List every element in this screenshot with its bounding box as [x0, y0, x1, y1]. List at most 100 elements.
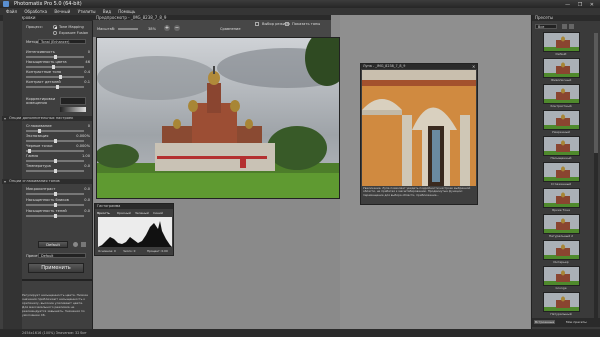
saturation-slider[interactable]	[26, 65, 84, 69]
undo-icon[interactable]	[73, 242, 78, 247]
preset-thumbnail-image	[543, 240, 580, 260]
preset-thumbnail-image	[543, 292, 580, 312]
exposure-slider[interactable]	[26, 139, 84, 143]
slider-value: 0.4	[84, 70, 90, 74]
tab-my-presets[interactable]: Мои пресеты	[566, 320, 587, 324]
menu-process[interactable]: Обработка	[24, 8, 47, 15]
compare-label[interactable]: Сравнение	[220, 27, 241, 31]
radio-tone-mapping-label: Tone Mapping	[59, 25, 84, 29]
preset-thumbnail[interactable]: Default	[543, 32, 581, 56]
zoom-value: 38%	[148, 27, 156, 31]
menu-utilities[interactable]: Утилиты	[78, 8, 96, 15]
tone-contrast-slider[interactable]	[26, 75, 84, 79]
preset-thumbnail-image	[543, 188, 580, 208]
zoom-in-icon[interactable]: +	[164, 25, 170, 31]
slider-value: 0	[87, 124, 90, 128]
preset-thumbnail-label: Default	[555, 52, 567, 56]
slider-group-3: Микроконтраст 0.0 Насыщенность бликов 0.…	[26, 187, 90, 220]
preset-thumbnail-label: Живописный	[550, 78, 572, 82]
slider-value: 0.0	[84, 209, 90, 213]
presets-title: Пресеты	[532, 15, 600, 21]
preset-thumbnail[interactable]: Яркие Тона	[543, 188, 581, 212]
menu-edit[interactable]: Вечный	[54, 8, 70, 15]
tab-blue[interactable]: Синий	[153, 211, 163, 215]
preset-thumbnail-label: Grunge	[555, 286, 567, 290]
grid-view-icon[interactable]	[562, 24, 567, 29]
hist-stat-mean: Основное: 0	[98, 249, 116, 253]
presets-scrollbar[interactable]	[594, 33, 598, 318]
slider-label: Экспозиция	[26, 134, 49, 138]
loupe-title: Лупа - _IMG_8238_7_8_9	[361, 64, 477, 69]
radio-tone-mapping[interactable]	[53, 25, 57, 29]
section-advanced[interactable]: Опции дополнительных настроек	[2, 116, 92, 121]
tab-green[interactable]: Зеленый	[135, 211, 149, 215]
lighting-curve-preview[interactable]	[60, 97, 86, 105]
radio-exposure-fusion[interactable]	[53, 31, 57, 35]
zoom-slider[interactable]	[118, 28, 138, 30]
preset-thumbnail-label: Натуральный 2	[548, 234, 574, 238]
slider-label: Насыщенность бликов	[26, 198, 69, 202]
menu-bar: Файл Обработка Вечный Утилиты Вид Помощь	[0, 8, 600, 15]
preset-thumbnail[interactable]: Интерьер	[543, 240, 581, 264]
smoothing-slider[interactable]	[26, 129, 84, 133]
slider-label: Сглаживание	[26, 124, 52, 128]
list-view-icon[interactable]	[569, 24, 574, 29]
preset-thumbnail[interactable]: Сглаженный	[543, 162, 581, 186]
method-dropdown[interactable]: Tonal (Enhancer)	[38, 39, 86, 44]
preset-thumbnail[interactable]: Живописный	[543, 58, 581, 82]
close-icon[interactable]: ✕	[472, 64, 477, 69]
micro-contrast-slider[interactable]	[26, 192, 84, 196]
loupe-window[interactable]: Лупа - _IMG_8238_7_8_9 ✕ Увеличение. Луп…	[360, 63, 478, 205]
tab-builtin[interactable]: Встроенные	[534, 320, 556, 324]
slider-label: Микроконтраст	[26, 187, 56, 191]
zoom-label: Масштаб:	[97, 27, 116, 31]
preset-thumbnail-label: Контрастный	[550, 104, 572, 108]
gamma-slider[interactable]	[26, 159, 84, 163]
shadows-saturation-slider[interactable]	[26, 214, 84, 218]
slider-label: Интенсивность	[26, 50, 55, 54]
zoom-out-icon[interactable]: −	[174, 25, 180, 31]
radio-exposure-fusion-label: Exposure Fusion	[59, 31, 89, 35]
preset-thumbnail[interactable]: Насыщенный	[543, 136, 581, 160]
detail-contrast-slider[interactable]	[26, 85, 84, 89]
main-preview-image[interactable]	[96, 37, 340, 199]
presets-filter-dropdown[interactable]: Все	[535, 24, 557, 29]
lighting-gradient[interactable]	[60, 107, 86, 112]
preset-thumbnail[interactable]: Натуральный 2	[543, 214, 581, 238]
default-button[interactable]: Default	[38, 241, 68, 248]
slider-value: 0.0	[84, 187, 90, 191]
preset-thumbnail-image	[543, 84, 580, 104]
loupe-caption: Увеличение. Лупа позволяет увидеть подро…	[363, 186, 471, 197]
preview-title: Предпросмотр - _IMG_8238_7_8_9	[93, 15, 331, 20]
temperature-slider[interactable]	[26, 169, 84, 173]
hist-stat-count: Число: 0	[123, 249, 136, 253]
strength-slider[interactable]	[26, 55, 84, 59]
title-bar: Photomatix Pro 5.0 (64-bit) — ❐ ✕	[0, 0, 600, 8]
histogram-panel: Гистограмма Яркость Красный Зеленый Сини…	[94, 203, 174, 256]
option-3-label: Показать тоны	[292, 22, 321, 26]
preset-thumbnail[interactable]: Grunge	[543, 266, 581, 290]
settings-icon[interactable]	[81, 242, 86, 247]
preset-thumbnail[interactable]: Контрастный	[543, 84, 581, 108]
slider-value: 0.000%	[76, 134, 90, 138]
highlights-saturation-slider[interactable]	[26, 203, 84, 207]
tab-red[interactable]: Красный	[117, 211, 131, 215]
option-checkbox-1[interactable]	[255, 22, 259, 26]
preset-thumbnail-label: Яркие Тона	[551, 208, 571, 212]
menu-file[interactable]: Файл	[6, 8, 17, 15]
slider-label: Гамма	[26, 154, 39, 158]
preset-thumbnail-image	[543, 266, 580, 286]
preset-dropdown[interactable]: Default	[38, 253, 86, 258]
section-smoothing[interactable]: Опции сглаживания тонов	[2, 179, 92, 184]
tab-luminance[interactable]: Яркость	[97, 211, 110, 215]
preset-thumbnail-label: Сглаженный	[550, 182, 572, 186]
preset-thumbnail[interactable]: Натуральный	[543, 292, 581, 316]
preset-thumbnail-image	[543, 110, 580, 130]
black-point-slider[interactable]	[26, 149, 84, 153]
menu-help[interactable]: Помощь	[118, 8, 135, 15]
option-checkbox-3[interactable]	[285, 22, 289, 26]
menu-view[interactable]: Вид	[103, 8, 111, 15]
apply-button[interactable]: Применить	[28, 263, 84, 273]
preset-thumbnail[interactable]: Умеренный	[543, 110, 581, 134]
slider-value: 0	[87, 50, 90, 54]
